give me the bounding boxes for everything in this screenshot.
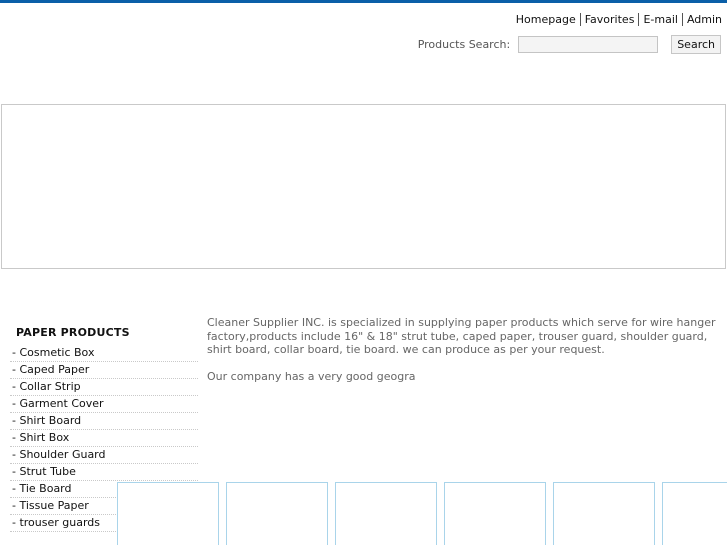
sidebar-link[interactable]: - Strut Tube [12, 465, 76, 478]
sidebar-item-shirt-board: - Shirt Board [10, 413, 198, 430]
search-input[interactable] [518, 35, 659, 53]
sidebar-item-shoulder-guard: - Shoulder Guard [10, 447, 198, 464]
product-thumbnail[interactable] [335, 482, 437, 545]
sidebar-link[interactable]: - Collar Strip [12, 380, 81, 393]
product-thumbnail[interactable] [444, 482, 546, 545]
homepage-link[interactable]: Homepage [512, 12, 581, 26]
sidebar-link[interactable]: - Caped Paper [12, 363, 89, 376]
search-label: Products Search: [417, 37, 511, 51]
product-thumbnails [0, 482, 727, 545]
product-thumbnail[interactable] [117, 482, 219, 545]
sidebar-item-strut-tube: - Strut Tube [10, 464, 198, 481]
intro-paragraph: Our company has a very good geogra [207, 369, 416, 383]
products-search: Products Search: Search [417, 34, 721, 54]
company-intro: Cleaner Supplier INC. is specialized in … [207, 316, 722, 396]
sidebar-link[interactable]: - Cosmetic Box [12, 346, 94, 359]
search-button[interactable]: Search [671, 34, 721, 54]
sidebar-item-garment-cover: - Garment Cover [10, 396, 198, 413]
top-links: Homepage Favorites E-mail Admin [512, 12, 722, 26]
sidebar-item-cosmetic-box: - Cosmetic Box [10, 345, 198, 362]
sidebar-link[interactable]: - Shirt Box [12, 431, 69, 444]
product-thumbnail[interactable] [226, 482, 328, 545]
product-thumbnail[interactable] [662, 482, 727, 545]
sidebar-link[interactable]: - Shoulder Guard [12, 448, 106, 461]
sidebar-title: PAPER PRODUCTS [16, 326, 130, 339]
top-accent-bar [0, 0, 727, 3]
sidebar-item-shirt-box: - Shirt Box [10, 430, 198, 447]
admin-link[interactable]: Admin [683, 13, 722, 26]
intro-paragraph: Cleaner Supplier INC. is specialized in … [207, 316, 716, 356]
banner-area [1, 104, 726, 269]
sidebar-item-collar-strip: - Collar Strip [10, 379, 198, 396]
email-link[interactable]: E-mail [639, 12, 683, 26]
favorites-link[interactable]: Favorites [581, 12, 640, 26]
sidebar-link[interactable]: - Shirt Board [12, 414, 81, 427]
product-thumbnail[interactable] [553, 482, 655, 545]
sidebar-item-caped-paper: - Caped Paper [10, 362, 198, 379]
sidebar-link[interactable]: - Garment Cover [12, 397, 104, 410]
